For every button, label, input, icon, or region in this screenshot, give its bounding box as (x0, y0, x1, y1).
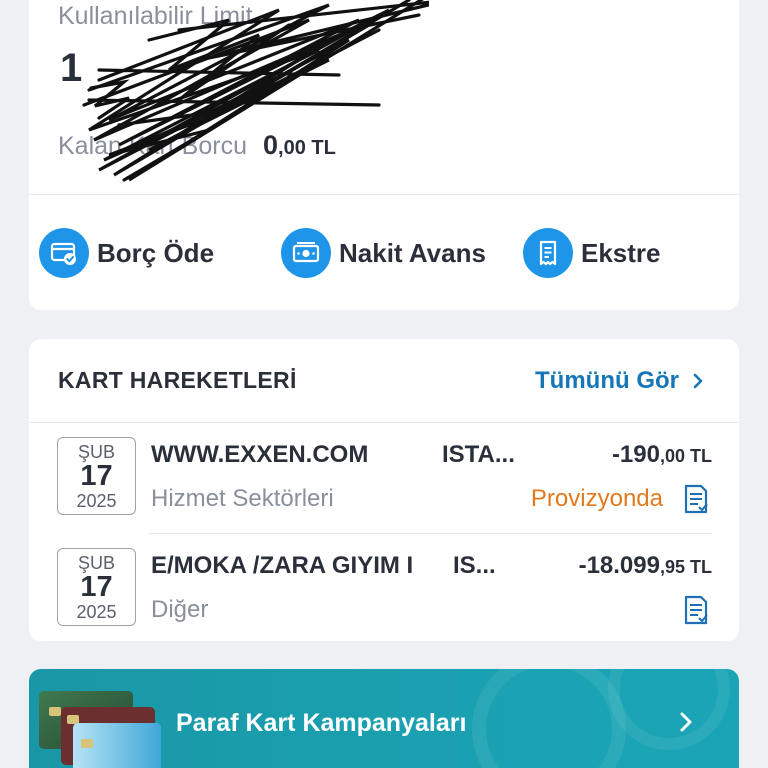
chevron-right-icon (693, 373, 703, 388)
merchant-name: E/MOKA /ZARA GIYIM I (151, 552, 414, 579)
date-month: ŞUB (77, 441, 115, 462)
transaction-row[interactable]: ŞUB 17 2025 E/MOKA /ZARA GIYIM I IS... -… (57, 546, 712, 641)
date-badge: ŞUB 17 2025 (57, 548, 136, 626)
remaining-debt-value: 0,00 TL (263, 130, 336, 160)
transaction-amount: -190,00 TL (611, 441, 712, 468)
card-pay-icon (39, 228, 89, 278)
available-limit-label: Kullanılabilir Limit (58, 2, 253, 30)
see-all-link[interactable]: Tümünü Gör (535, 367, 703, 395)
credit-cards-image: troy (39, 691, 161, 768)
divider (149, 533, 712, 534)
date-month: ŞUB (77, 552, 115, 573)
pay-debt-label: Borç Öde (97, 237, 215, 268)
merchant-city: IS... (453, 552, 496, 579)
date-year: 2025 (76, 601, 117, 622)
see-all-label: Tümünü Gör (535, 366, 679, 394)
transactions-title: KART HAREKETLERİ (58, 367, 297, 393)
receipt-icon[interactable] (682, 594, 710, 626)
date-day: 17 (80, 459, 113, 492)
remaining-debt-label: Kalan Kart Borcu (58, 132, 247, 160)
merchant-city: ISTA... (442, 441, 515, 468)
paraf-campaigns-banner[interactable]: troy Paraf Kart Kampanyaları (29, 669, 739, 768)
receipt-icon (523, 228, 573, 278)
pay-debt-button[interactable]: Borç Öde (39, 228, 281, 278)
date-day: 17 (80, 570, 113, 603)
transaction-category: Hizmet Sektörleri (151, 485, 334, 512)
remaining-debt-row: Kalan Kart Borcu 0,00 TL (58, 130, 336, 161)
status-badge: Provizyonda (530, 485, 663, 512)
quick-actions: Borç Öde Nakit Avans Ekstre (39, 228, 739, 278)
merchant-name: WWW.EXXEN.COM (151, 441, 369, 468)
card-summary: Kullanılabilir Limit 1 Kalan Kart Borcu … (29, 0, 739, 310)
transaction-amount: -18.099,95 TL (578, 552, 712, 579)
cash-advance-button[interactable]: Nakit Avans (281, 228, 523, 278)
transaction-category: Diğer (151, 596, 209, 623)
card-transactions: KART HAREKETLERİ Tümünü Gör ŞUB 17 2025 … (29, 339, 739, 641)
cash-icon (281, 228, 331, 278)
chevron-right-icon (680, 712, 692, 732)
promo-label: Paraf Kart Kampanyaları (176, 709, 467, 737)
date-year: 2025 (76, 490, 117, 511)
date-badge: ŞUB 17 2025 (57, 437, 136, 515)
available-limit-value: 1 (60, 46, 83, 90)
transactions-header: KART HAREKETLERİ Tümünü Gör (29, 339, 739, 423)
divider (29, 194, 739, 195)
cash-advance-label: Nakit Avans (339, 237, 486, 268)
transaction-row[interactable]: ŞUB 17 2025 WWW.EXXEN.COM ISTA... -190,0… (57, 435, 712, 545)
statement-label: Ekstre (581, 237, 661, 268)
statement-button[interactable]: Ekstre (523, 228, 739, 278)
receipt-icon[interactable] (682, 483, 710, 515)
